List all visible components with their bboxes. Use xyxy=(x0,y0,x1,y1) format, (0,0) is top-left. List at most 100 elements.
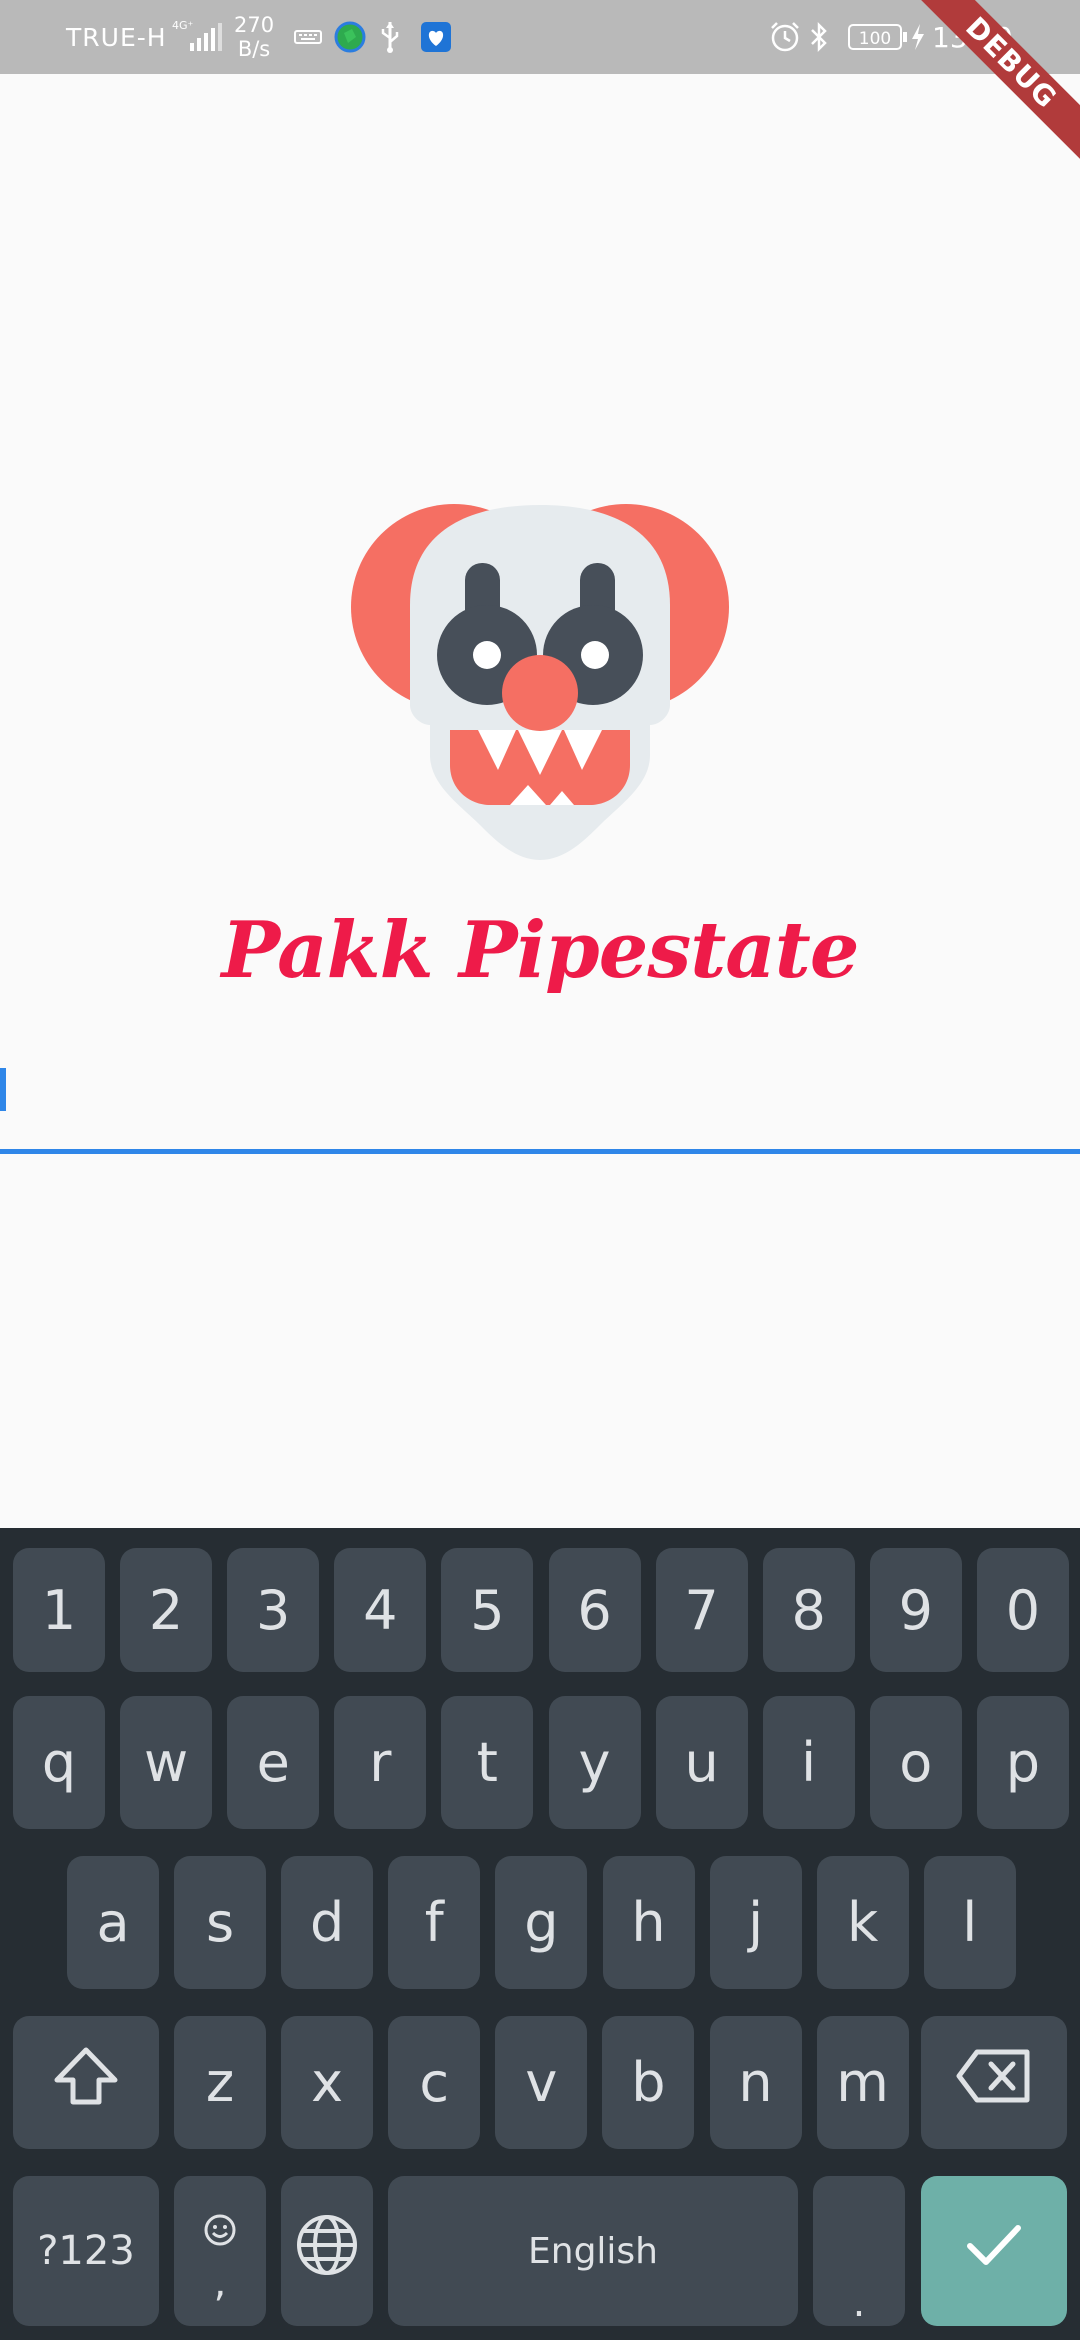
network-type-label: 4G⁺ xyxy=(172,19,194,32)
key-2-label: 2 xyxy=(148,1578,184,1642)
symbols-key[interactable]: ?123 xyxy=(13,2176,159,2326)
key-6-label: 6 xyxy=(577,1578,612,1642)
network-speed: 270 B/s xyxy=(234,0,274,74)
key-f-label: f xyxy=(424,1891,444,1954)
emoji-comma-key-label: , xyxy=(213,2259,227,2306)
key-3[interactable]: 3 xyxy=(227,1548,320,1672)
key-5-label: 5 xyxy=(470,1578,505,1642)
key-5[interactable]: 5 xyxy=(441,1548,534,1672)
key-j[interactable]: j xyxy=(709,1856,802,1989)
checkmark-icon xyxy=(964,2220,1024,2283)
space-key[interactable]: English xyxy=(388,2176,798,2326)
key-j-label: j xyxy=(748,1891,764,1954)
key-8-label: 8 xyxy=(791,1578,826,1642)
text-cursor xyxy=(0,1068,6,1111)
key-u[interactable]: u xyxy=(655,1696,748,1829)
key-y-label: y xyxy=(578,1731,611,1794)
key-y[interactable]: y xyxy=(548,1696,641,1829)
key-x[interactable]: x xyxy=(281,2016,374,2149)
key-7-label: 7 xyxy=(684,1578,719,1642)
key-m[interactable]: m xyxy=(816,2016,909,2149)
key-s[interactable]: s xyxy=(174,1856,267,1989)
bluetooth-icon xyxy=(808,0,830,74)
emoji-icon xyxy=(203,2197,237,2260)
key-8[interactable]: 8 xyxy=(762,1548,855,1672)
key-i-label: i xyxy=(801,1731,817,1794)
input-underline xyxy=(0,1149,1080,1154)
key-k[interactable]: k xyxy=(816,1856,909,1989)
backspace-key[interactable] xyxy=(921,2016,1067,2149)
key-o-label: o xyxy=(899,1731,933,1794)
key-e[interactable]: e xyxy=(227,1696,320,1829)
key-o[interactable]: o xyxy=(869,1696,962,1829)
key-r[interactable]: r xyxy=(334,1696,427,1829)
backspace-icon xyxy=(955,2048,1033,2117)
key-n-label: n xyxy=(738,2051,773,2114)
key-q-label: q xyxy=(41,1731,77,1794)
usb-icon xyxy=(378,0,402,74)
key-h-label: h xyxy=(631,1891,666,1954)
period-key[interactable]: . xyxy=(813,2176,905,2326)
key-3-label: 3 xyxy=(256,1578,291,1642)
alarm-icon xyxy=(768,0,802,74)
keyboard-icon xyxy=(294,0,322,74)
key-6[interactable]: 6 xyxy=(548,1548,641,1672)
key-p-label: p xyxy=(1005,1731,1041,1794)
key-s-label: s xyxy=(206,1891,235,1954)
key-t[interactable]: t xyxy=(441,1696,534,1829)
key-q[interactable]: q xyxy=(13,1696,105,1829)
key-1[interactable]: 1 xyxy=(13,1548,105,1672)
charging-icon xyxy=(910,0,926,74)
key-a-label: a xyxy=(96,1891,130,1954)
key-g[interactable]: g xyxy=(495,1856,588,1989)
key-4[interactable]: 4 xyxy=(334,1548,427,1672)
key-7[interactable]: 7 xyxy=(655,1548,748,1672)
text-input[interactable] xyxy=(0,1040,1080,1156)
enter-key[interactable] xyxy=(921,2176,1067,2326)
key-0[interactable]: 0 xyxy=(976,1548,1069,1672)
browser-icon xyxy=(334,0,366,74)
key-9-label: 9 xyxy=(898,1578,933,1642)
key-z-label: z xyxy=(205,2051,235,2114)
shift-key[interactable] xyxy=(13,2016,159,2149)
key-p[interactable]: p xyxy=(976,1696,1069,1829)
globe-icon xyxy=(294,2212,360,2291)
speed-value: 270 xyxy=(234,13,275,37)
key-2[interactable]: 2 xyxy=(120,1548,213,1672)
app-title: Pakk Pipestate xyxy=(221,905,860,996)
key-h[interactable]: h xyxy=(602,1856,695,1989)
key-1-label: 1 xyxy=(41,1578,77,1642)
key-d-label: d xyxy=(310,1891,345,1954)
key-a[interactable]: a xyxy=(67,1856,159,1989)
key-e-label: e xyxy=(256,1731,290,1794)
key-w[interactable]: w xyxy=(120,1696,213,1829)
emoji-comma-key[interactable]: , xyxy=(174,2176,266,2326)
key-b[interactable]: b xyxy=(602,2016,695,2149)
key-m-label: m xyxy=(836,2051,889,2114)
key-c-label: c xyxy=(419,2051,450,2114)
signal-icon: 4G⁺ xyxy=(172,0,224,74)
key-d[interactable]: d xyxy=(281,1856,374,1989)
key-f[interactable]: f xyxy=(388,1856,481,1989)
key-0-label: 0 xyxy=(1005,1578,1041,1642)
key-i[interactable]: i xyxy=(762,1696,855,1829)
key-n[interactable]: n xyxy=(709,2016,802,2149)
space-key-label: English xyxy=(528,2230,658,2272)
carrier-label: TRUE-H xyxy=(66,22,167,52)
key-l[interactable]: l xyxy=(923,1856,1016,1989)
soft-keyboard: 1 2 3 4 5 6 7 8 9 0 q w e r t y u i o p a s d f g h j k l z x c v b n m ?123… xyxy=(0,1528,1080,2340)
key-z[interactable]: z xyxy=(174,2016,266,2149)
period-key-label: . xyxy=(852,2280,866,2326)
speed-unit: B/s xyxy=(237,37,271,61)
key-r-label: r xyxy=(369,1731,392,1794)
key-9[interactable]: 9 xyxy=(869,1548,962,1672)
key-l-label: l xyxy=(962,1891,978,1954)
status-bar: TRUE-H 4G⁺ 270 B/s 100 13:40 xyxy=(0,0,1080,74)
key-v[interactable]: v xyxy=(495,2016,588,2149)
key-c[interactable]: c xyxy=(388,2016,481,2149)
language-key[interactable] xyxy=(281,2176,373,2326)
clock: 13:40 xyxy=(932,20,1013,54)
battery-indicator: 100 xyxy=(848,0,908,74)
key-k-label: k xyxy=(847,1891,879,1954)
key-4-label: 4 xyxy=(363,1578,398,1642)
